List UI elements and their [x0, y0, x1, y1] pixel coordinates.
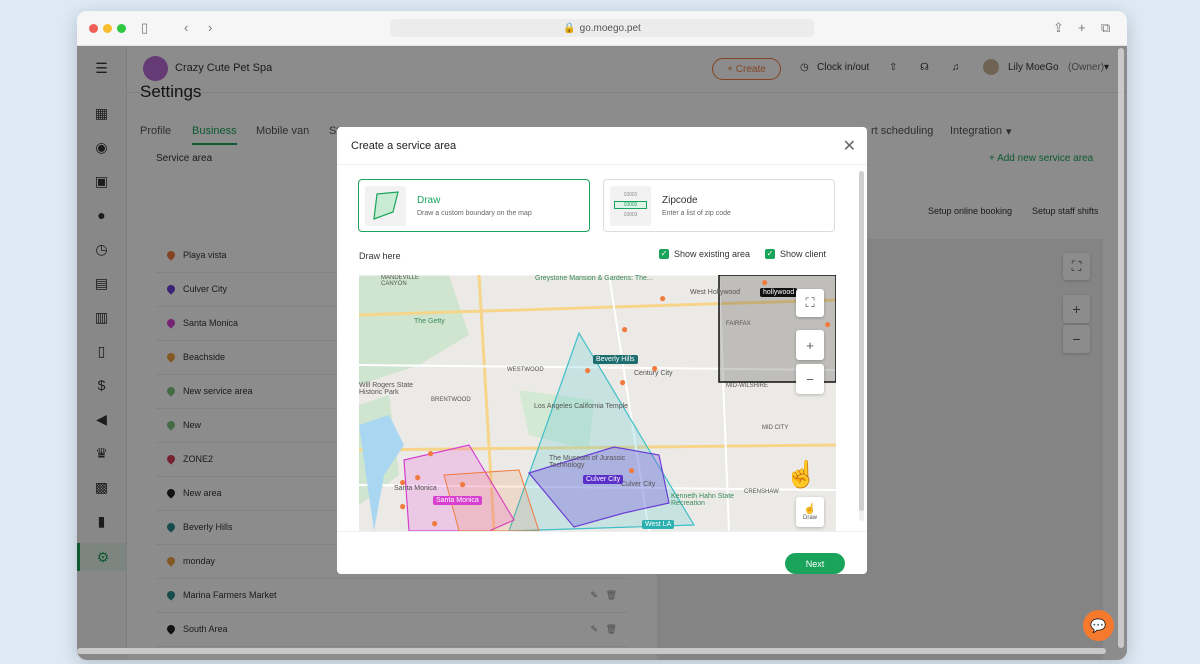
area-tag: Beverly Hills — [593, 355, 638, 364]
zip-code-line: 10003 — [623, 212, 638, 218]
draw-tool-label: Draw — [802, 514, 817, 521]
draw-map[interactable]: Greystone Mansion & Gardens: The... West… — [359, 275, 836, 531]
minimize-window-dot[interactable] — [103, 24, 112, 33]
map-label: Culver City — [621, 481, 656, 488]
client-pin-icon[interactable]: ● — [659, 291, 666, 305]
zipcode-thumbnail: 10001 10002 10003 — [610, 186, 651, 226]
client-pin-icon[interactable]: ● — [427, 446, 434, 460]
map-label: Greystone Mansion & Gardens: The... — [535, 275, 653, 282]
browser-titlebar: ▯ ‹ › 🔒 go.moego.pet ⇪ + ⧉ — [77, 11, 1127, 46]
url-text: go.moego.pet — [579, 22, 641, 34]
zoom-in-icon[interactable]: + — [796, 330, 824, 360]
area-tag: Culver City — [583, 475, 624, 484]
zip-code-line: 10001 — [623, 192, 638, 198]
modal-scrollbar[interactable] — [859, 171, 864, 521]
client-pin-icon[interactable]: ● — [459, 477, 466, 491]
chat-icon[interactable]: 💬 — [1083, 610, 1114, 641]
client-pin-icon[interactable]: ● — [584, 363, 591, 377]
draw-option-title: Draw — [417, 195, 441, 206]
client-pin-icon[interactable]: ● — [824, 317, 831, 331]
client-pin-icon[interactable]: ● — [414, 470, 421, 484]
check-icon: ✓ — [765, 249, 775, 259]
show-client-checkbox[interactable]: ✓ Show client — [765, 249, 826, 259]
share-icon[interactable]: ⇪ — [1053, 20, 1064, 36]
area-tag: hollywood — [760, 288, 798, 297]
check-icon: ✓ — [659, 249, 669, 259]
window-right-scrollbar[interactable] — [1118, 48, 1124, 648]
zip-code-line: 10002 — [614, 201, 647, 209]
client-pin-icon[interactable]: ● — [431, 516, 438, 530]
show-existing-area-label: Show existing area — [674, 249, 751, 259]
area-tag: Santa Monica — [433, 496, 482, 505]
url-bar[interactable]: 🔒 go.moego.pet — [390, 19, 814, 37]
close-icon[interactable]: ✕ — [843, 136, 856, 156]
sidebar-toggle-icon[interactable]: ▯ — [141, 20, 148, 36]
map-label: MID CITY — [762, 425, 789, 431]
show-client-label: Show client — [780, 249, 827, 259]
map-label: The Getty — [414, 318, 445, 325]
map-label: MANDEVILLE CANYON — [381, 275, 420, 287]
hand-cursor-icon: ☝ — [785, 459, 818, 489]
draw-tool-button[interactable]: ☝ Draw — [796, 497, 824, 527]
maximize-window-dot[interactable] — [117, 24, 126, 33]
draw-option-subtitle: Draw a custom boundary on the map — [417, 210, 532, 217]
map-label: WESTWOOD — [507, 367, 544, 373]
zoom-out-icon[interactable]: − — [796, 364, 824, 394]
lock-icon: 🔒 — [563, 22, 576, 34]
divider — [337, 164, 867, 165]
map-label: MID-WILSHIRE — [726, 383, 768, 389]
draw-here-label: Draw here — [359, 251, 401, 261]
zipcode-option-card[interactable]: 10001 10002 10003 Zipcode Enter a list o… — [603, 179, 835, 232]
zipcode-option-title: Zipcode — [662, 195, 698, 206]
client-pin-icon[interactable]: ● — [399, 499, 406, 513]
forward-icon[interactable]: › — [208, 20, 212, 36]
browser-window: ▯ ‹ › 🔒 go.moego.pet ⇪ + ⧉ ☰ ▦ ◉ ▣ ● ◷ ▤… — [77, 11, 1127, 660]
zipcode-option-subtitle: Enter a list of zip code — [662, 210, 731, 217]
client-pin-icon[interactable]: ● — [761, 275, 768, 289]
map-label: CRENSHAW — [744, 489, 779, 495]
map-label: Kenneth Hahn State Recreation — [671, 493, 735, 507]
area-tag: West LA — [642, 520, 675, 529]
polygon-icon — [373, 191, 399, 220]
map-label: Los Angeles California Temple — [534, 403, 629, 410]
draw-thumbnail — [365, 186, 406, 226]
fullscreen-icon[interactable]: ⛶ — [796, 289, 824, 317]
client-pin-icon[interactable]: ● — [399, 475, 406, 489]
close-window-dot[interactable] — [89, 24, 98, 33]
client-pin-icon[interactable]: ● — [621, 322, 628, 336]
map-label: BRENTWOOD — [431, 397, 471, 403]
client-pin-icon[interactable]: ● — [651, 361, 658, 375]
draw-option-card[interactable]: Draw Draw a custom boundary on the map — [358, 179, 590, 232]
back-icon[interactable]: ‹ — [184, 20, 188, 36]
client-pin-icon[interactable]: ● — [628, 463, 635, 477]
map-label: Will Rogers State Historic Park — [359, 382, 414, 396]
hand-pointer-icon: ☝ — [803, 503, 817, 515]
scrollbar-thumb[interactable] — [859, 171, 864, 511]
client-pin-icon[interactable]: ● — [619, 375, 626, 389]
modal-title: Create a service area — [351, 140, 457, 152]
tabs-overview-icon[interactable]: ⧉ — [1101, 20, 1110, 36]
map-label: FAIRFAX — [726, 321, 751, 327]
new-tab-icon[interactable]: + — [1078, 20, 1086, 36]
show-existing-area-checkbox[interactable]: ✓ Show existing area — [659, 249, 750, 259]
create-service-area-modal: Create a service area ✕ Draw Draw a cust… — [337, 127, 867, 574]
next-button[interactable]: Next — [785, 553, 845, 574]
window-bottom-scrollbar[interactable] — [77, 648, 1106, 654]
map-label: West Hollywood — [690, 289, 741, 296]
divider — [337, 531, 867, 532]
